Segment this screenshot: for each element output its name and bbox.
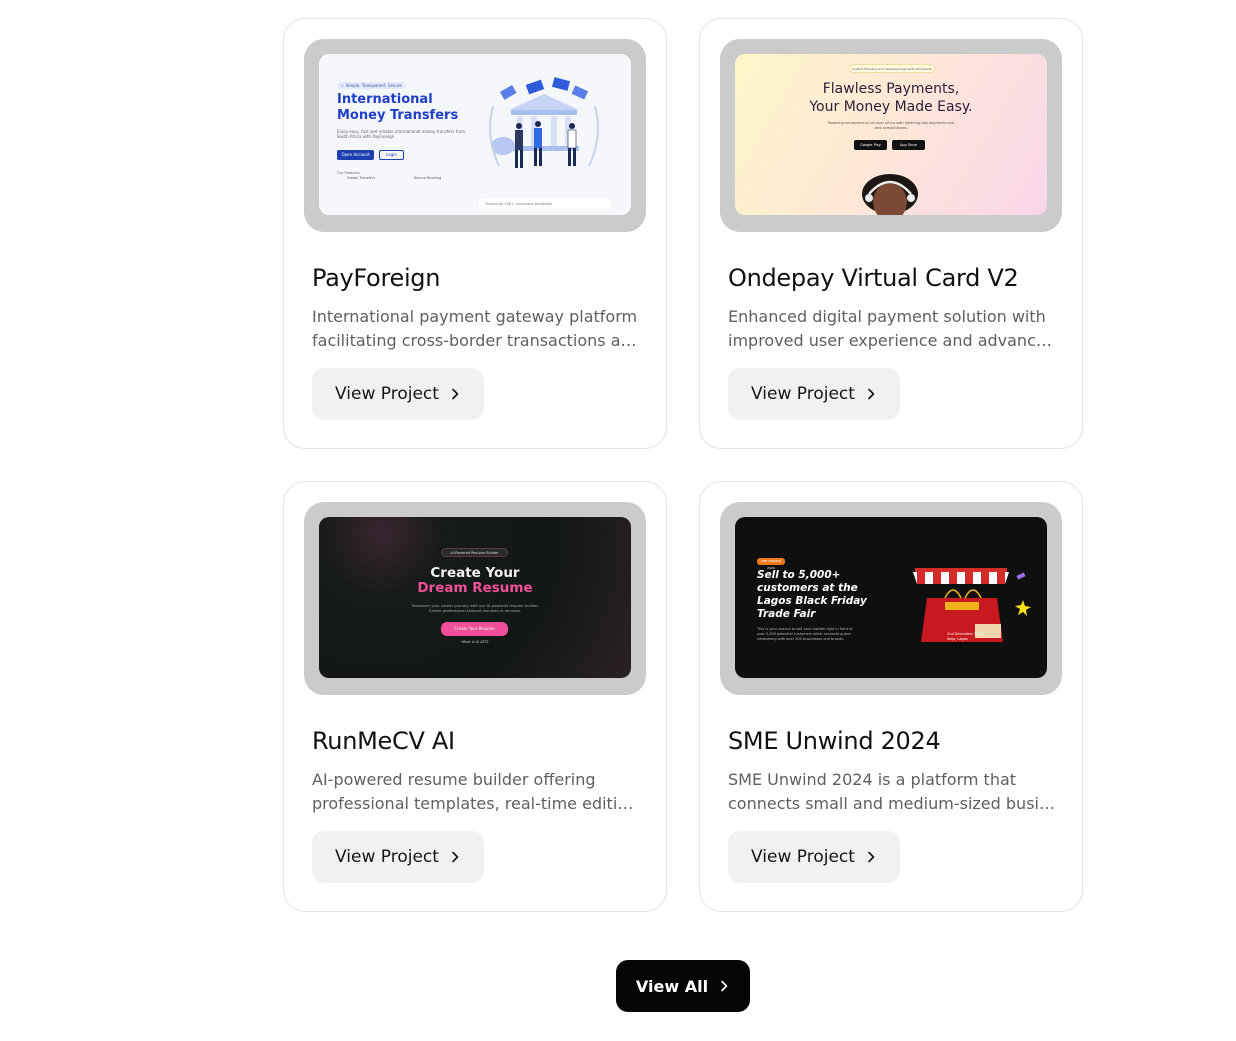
thumb-heading-accent: Dream Resume — [417, 580, 533, 596]
thumb-text: Transform your career journey with our A… — [411, 603, 539, 613]
thumb-heading: Sell to 5,000+ customers at the Lagos Bl… — [757, 569, 867, 620]
view-project-label: View Project — [751, 847, 855, 867]
bank-illustration-icon — [489, 77, 599, 168]
project-title: SME Unwind 2024 — [728, 727, 941, 755]
thumb-secondary-button: Login — [379, 150, 404, 160]
chevron-right-icon — [721, 980, 728, 992]
chevron-right-icon — [868, 388, 875, 400]
view-all-label: View All — [635, 976, 709, 996]
thumb-text: This is your chance to sell your market … — [757, 627, 853, 641]
thumb-primary-button: Open Account — [337, 150, 374, 160]
project-thumbnail-frame: AI-Powered Resume Builder Create Your Dr… — [304, 502, 646, 695]
project-thumbnail[interactable]: ✓ Simple. Transparent. Secure Internatio… — [319, 54, 631, 215]
thumb-footer: Trusted by 10K+ customers worldwide — [479, 199, 611, 209]
project-thumbnail[interactable]: SME UNWIND 2024 Sell to 5,000+ customers… — [735, 517, 1047, 678]
project-card-payforeign: ✓ Simple. Transparent. Secure Internatio… — [283, 18, 667, 449]
chevron-right-icon — [452, 388, 459, 400]
thumb-badge: ✓ Simple. Transparent. Secure — [337, 82, 406, 89]
thumb-heading: Create Your — [430, 565, 520, 581]
project-thumbnail-frame: Instant Transfers and Seamless Payments … — [720, 39, 1062, 232]
project-thumbnail-frame: ✓ Simple. Transparent. Secure Internatio… — [304, 39, 646, 232]
view-project-label: View Project — [335, 847, 439, 867]
view-project-label: View Project — [751, 384, 855, 404]
project-card-sme-unwind: SME UNWIND 2024 Sell to 5,000+ customers… — [699, 481, 1083, 912]
project-description: Enhanced digital payment solution with i… — [728, 307, 1056, 350]
thumb-heading: International Money Transfers — [337, 92, 459, 123]
app-store-badge: App Store — [892, 140, 925, 150]
project-thumbnail[interactable]: Instant Transfers and Seamless Payments … — [735, 54, 1047, 215]
google-play-badge: Google Play — [854, 140, 887, 150]
thumb-heading: Flawless Payments, Your Money Made Easy. — [809, 81, 973, 115]
project-title: RunMeCV AI — [312, 727, 455, 755]
thumb-text: Powering entrepreneurs all over Africa w… — [827, 121, 955, 130]
view-project-button[interactable]: View Project — [728, 831, 900, 883]
project-title: PayForeign — [312, 264, 441, 292]
thumb-pill: AI-Powered Resume Builder — [441, 548, 508, 557]
project-thumbnail[interactable]: AI-Powered Resume Builder Create Your Dr… — [319, 517, 631, 678]
thumb-cta-button: Create Your Resume — [441, 622, 508, 636]
chevron-right-icon — [868, 851, 875, 863]
project-title: Ondepay Virtual Card V2 — [728, 264, 1019, 292]
project-thumbnail-frame: SME UNWIND 2024 Sell to 5,000+ customers… — [720, 502, 1062, 695]
thumb-pill: Instant Transfers and Seamless Payments … — [849, 64, 935, 73]
project-card-runmecv: AI-Powered Resume Builder Create Your Dr… — [283, 481, 667, 912]
view-project-button[interactable]: View Project — [312, 831, 484, 883]
project-description: International payment gateway platform f… — [312, 307, 640, 350]
thumb-link: What is AI ATS? — [461, 640, 489, 644]
person-with-headset-image — [862, 174, 918, 215]
view-project-button[interactable]: View Project — [728, 368, 900, 420]
project-description: SME Unwind 2024 is a platform that conne… — [728, 770, 1056, 813]
thumb-event-info: 2nd December 2024 Ikeja, Lagos — [947, 632, 983, 641]
view-all-button[interactable]: View All — [616, 960, 750, 1012]
thumb-text: Enjoy easy, fast and reliable internatio… — [337, 129, 465, 139]
thumb-feature: Secure Banking — [414, 176, 442, 180]
view-project-label: View Project — [335, 384, 439, 404]
project-card-ondepay: Instant Transfers and Seamless Payments … — [699, 18, 1083, 449]
chevron-right-icon — [452, 851, 459, 863]
thumb-features-label: Our Products — [337, 171, 360, 175]
view-project-button[interactable]: View Project — [312, 368, 484, 420]
project-description: AI-powered resume builder offering profe… — [312, 770, 640, 813]
thumb-tag: SME UNWIND 2024 — [757, 558, 785, 570]
thumb-feature: Global Transfers — [347, 176, 376, 180]
